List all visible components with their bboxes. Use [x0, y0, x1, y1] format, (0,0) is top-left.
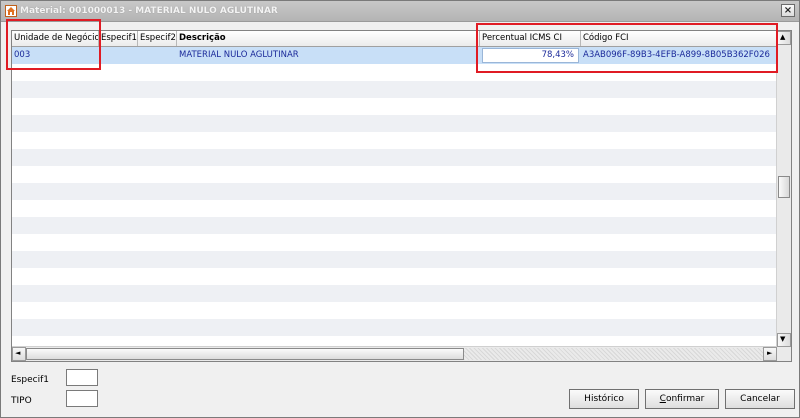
col-header-descricao[interactable]: Descrição [177, 31, 480, 46]
cell-especif1 [99, 47, 138, 64]
arrow-right-icon: ► [767, 349, 773, 357]
empty-row [12, 302, 777, 319]
empty-row [12, 132, 777, 149]
scroll-up-button[interactable]: ▲ [777, 31, 791, 45]
col-header-unidade[interactable]: Unidade de Negócio [12, 31, 99, 46]
material-window: Material: 001000013 - MATERIAL NULO AGLU… [0, 0, 800, 418]
historico-button[interactable]: Histórico [569, 389, 639, 409]
horizontal-scrollbar[interactable]: ◄ ► [12, 346, 777, 361]
empty-row [12, 217, 777, 234]
empty-row [12, 183, 777, 200]
cancelar-button[interactable]: Cancelar [725, 389, 795, 409]
cell-especif2 [138, 47, 177, 64]
arrow-left-icon: ◄ [15, 349, 21, 357]
col-header-percentual[interactable]: Percentual ICMS CI [480, 31, 581, 46]
scroll-right-button[interactable]: ► [763, 347, 777, 361]
empty-row [12, 64, 777, 81]
especif1-label: Especif1 [11, 375, 49, 385]
horizontal-scroll-thumb[interactable] [26, 348, 464, 360]
empty-row [12, 115, 777, 132]
tipo-input[interactable] [66, 390, 98, 407]
close-button[interactable]: × [781, 4, 795, 17]
scroll-corner [777, 347, 791, 361]
empty-row [12, 166, 777, 183]
especif1-input[interactable] [66, 369, 98, 386]
vertical-scrollbar[interactable]: ▲ ▼ [776, 31, 791, 347]
cell-percentual[interactable]: 78,43% [482, 48, 579, 63]
empty-row [12, 98, 777, 115]
materials-grid[interactable]: Unidade de Negócio Especif1 Especif2 Des… [11, 30, 792, 362]
empty-row [12, 81, 777, 98]
empty-row [12, 200, 777, 217]
empty-row [12, 285, 777, 302]
close-icon: × [783, 5, 793, 16]
scroll-left-button[interactable]: ◄ [12, 347, 26, 361]
window-title: Material: 001000013 - MATERIAL NULO AGLU… [20, 6, 278, 16]
table-row[interactable]: 003 MATERIAL NULO AGLUTINAR 78,43% A3AB0… [12, 47, 777, 64]
tipo-label: TIPO [11, 396, 32, 406]
scroll-track-hatch [464, 348, 763, 360]
col-header-especif1[interactable]: Especif1 [99, 31, 138, 46]
confirmar-button[interactable]: Confirmar [645, 389, 719, 409]
confirmar-label: onfirmar [665, 394, 705, 404]
cell-unidade: 003 [14, 50, 31, 60]
vertical-scroll-thumb[interactable] [778, 176, 790, 198]
empty-row [12, 234, 777, 251]
empty-row [12, 251, 777, 268]
title-bar: Material: 001000013 - MATERIAL NULO AGLU… [1, 1, 799, 22]
arrow-up-icon: ▲ [780, 33, 786, 41]
col-header-especif2[interactable]: Especif2 [138, 31, 177, 46]
cancelar-label: ancelar [746, 394, 780, 404]
app-icon [5, 5, 17, 17]
cell-descricao: MATERIAL NULO AGLUTINAR [179, 50, 299, 60]
scroll-down-button[interactable]: ▼ [777, 333, 791, 347]
grid-rows: 003 MATERIAL NULO AGLUTINAR 78,43% A3AB0… [12, 47, 777, 347]
grid-header: Unidade de Negócio Especif1 Especif2 Des… [12, 31, 777, 47]
empty-row [12, 319, 777, 336]
empty-row [12, 149, 777, 166]
empty-row [12, 268, 777, 285]
arrow-down-icon: ▼ [780, 335, 786, 343]
col-header-codigo-fci[interactable]: Código FCI [581, 31, 777, 46]
cell-codigo-fci: A3AB096F-89B3-4EFB-A899-8B05B362F026 [583, 50, 770, 60]
